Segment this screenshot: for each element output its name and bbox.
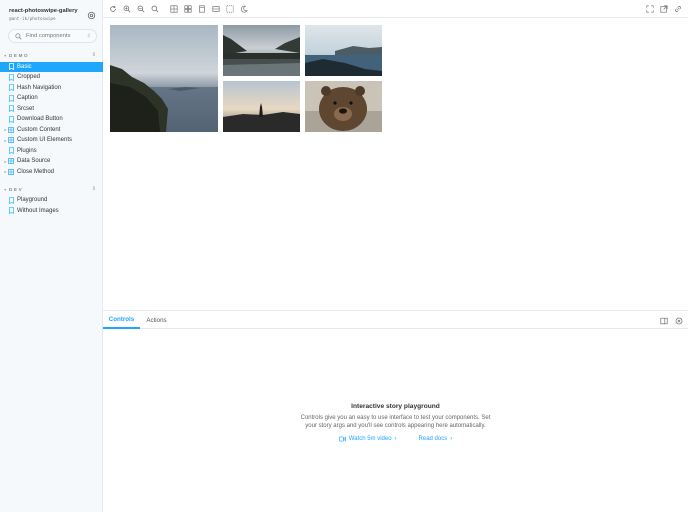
component-icon	[8, 168, 14, 175]
sidebar-item-custom-ui-elements[interactable]: ▸ Custom UI Elements	[0, 135, 103, 145]
empty-state-line-1: Controls give you an easy to use interfa…	[300, 415, 491, 421]
sidebar: react-photoswipe-gallery @ant-ik/photosw…	[0, 0, 103, 512]
sidebar-item-label: Close Method	[17, 168, 55, 175]
sidebar-item-plugins[interactable]: Plugins	[0, 146, 103, 156]
component-icon	[8, 137, 14, 144]
sidebar-item-label: Hash Navigation	[17, 84, 62, 91]
sidebar-item-playground[interactable]: Playground	[0, 195, 103, 205]
brand[interactable]: react-photoswipe-gallery @ant-ik/photosw…	[9, 8, 89, 22]
controls-empty-state: Interactive story playground Controls gi…	[103, 403, 688, 442]
gallery-photo-misty-lake[interactable]	[223, 25, 300, 76]
tab-controls[interactable]: Controls	[103, 311, 140, 329]
panel-orientation-icon[interactable]	[658, 315, 669, 326]
sidebar-item-label: Without Images	[17, 207, 59, 214]
search-input[interactable]	[26, 33, 88, 39]
sidebar-item-label: Data Source	[17, 158, 51, 164]
component-icon	[8, 158, 14, 165]
chevron-right-icon: ›	[394, 436, 397, 442]
chevron-right-icon: ›	[450, 436, 453, 442]
open-new-tab-icon[interactable]	[658, 3, 670, 15]
search-icon	[15, 32, 23, 40]
group-demo-header[interactable]: ▾ DEMO ⇕	[3, 51, 99, 59]
sidebar-item-label: Download Button	[17, 116, 63, 122]
group-demo-label: DEMO	[9, 52, 30, 58]
fullscreen-icon[interactable]	[644, 3, 656, 15]
sidebar-item-data-source[interactable]: ▸ Data Source	[0, 156, 103, 166]
read-docs-link[interactable]: Read docs ›	[419, 436, 453, 442]
sidebar-item-close-method[interactable]: ▸ Close Method	[0, 167, 103, 177]
sidebar-item-label: Srcset	[17, 105, 35, 112]
sidebar-item-label: Plugins	[17, 147, 37, 154]
gallery-photo-brown-bear[interactable]	[305, 81, 382, 132]
gallery-photo-ocean-horizon[interactable]	[305, 25, 382, 76]
sidebar-item-label: Cropped	[17, 74, 41, 80]
group-dev-header[interactable]: ▾ DEV ⇕	[3, 185, 99, 193]
zoom-in-icon[interactable]	[121, 3, 133, 15]
story-bookmark-icon	[8, 94, 14, 102]
sidebar-item-custom-content[interactable]: ▸ Custom Content	[0, 125, 103, 135]
group-dev-label: DEV	[9, 186, 24, 192]
sidebar-item-label: Playground	[17, 197, 48, 203]
sidebar-item-cropped[interactable]: Cropped	[0, 72, 103, 82]
expand-collapse-icon[interactable]: ⇕	[92, 186, 96, 192]
preview-toolbar	[103, 0, 688, 18]
copy-link-icon[interactable]	[672, 3, 684, 15]
measure-icon[interactable]	[210, 3, 222, 15]
watch-video-link[interactable]: Watch 5m video ›	[338, 436, 397, 442]
video-camera-icon	[338, 436, 346, 442]
story-bookmark-icon	[8, 84, 14, 91]
sidebar-item-caption[interactable]: Caption	[0, 93, 103, 103]
read-docs-label: Read docs	[418, 436, 448, 442]
brand-subtitle: @ant-ik/photoswipe	[9, 17, 56, 22]
brand-title[interactable]: react-photoswipe-gallery	[9, 8, 89, 14]
sidebar-item-without-images[interactable]: Without Images	[0, 206, 103, 216]
search-box[interactable]: /	[8, 29, 97, 43]
story-canvas	[103, 18, 688, 309]
story-bookmark-icon	[8, 196, 14, 204]
theme-moon-icon[interactable]	[238, 3, 250, 15]
sidebar-item-label: Custom Content	[17, 126, 61, 133]
sidebar-item-label: Basic	[17, 63, 32, 70]
close-panel-icon[interactable]	[673, 315, 684, 326]
addons-tab-bar: Controls Actions	[103, 311, 688, 329]
background-icon[interactable]	[182, 3, 194, 15]
grid-icon[interactable]	[168, 3, 180, 15]
sidebar-item-srcset[interactable]: Srcset	[0, 104, 103, 114]
outline-icon[interactable]	[224, 3, 236, 15]
empty-state-line-2: your story args and you'll see controls …	[305, 423, 486, 429]
zoom-out-icon[interactable]	[135, 3, 147, 15]
gallery-photo-tree-silhouette[interactable]	[223, 81, 300, 132]
tab-actions[interactable]: Actions	[140, 311, 173, 329]
story-bookmark-icon	[8, 115, 14, 123]
expand-collapse-icon[interactable]: ⇕	[92, 52, 96, 58]
story-bookmark-icon	[8, 63, 14, 70]
watch-video-label: Watch 5m video	[348, 436, 392, 442]
sidebar-item-hash-navigation[interactable]: Hash Navigation	[0, 83, 103, 93]
gallery-photo-coastal-cliffs[interactable]	[110, 25, 218, 132]
empty-state-description: Controls give you an easy to use interfa…	[103, 414, 688, 430]
empty-state-title: Interactive story playground	[351, 403, 440, 410]
story-bookmark-icon	[8, 147, 14, 154]
sidebar-item-label: Caption	[17, 95, 38, 101]
story-bookmark-icon	[8, 207, 14, 214]
story-bookmark-icon	[8, 73, 14, 81]
sidebar-item-basic[interactable]: Basic	[0, 61, 103, 72]
empty-state-links: Watch 5m video › Read docs ›	[103, 436, 688, 442]
sidebar-item-label: Custom UI Elements	[17, 137, 73, 143]
reload-icon[interactable]	[107, 3, 119, 15]
story-bookmark-icon	[8, 105, 14, 112]
component-icon	[8, 126, 14, 133]
zoom-reset-icon[interactable]	[149, 3, 161, 15]
addons-panel: Controls Actions Interactive story playg…	[103, 310, 688, 512]
settings-gear-icon[interactable]	[86, 10, 97, 21]
viewport-icon[interactable]	[196, 3, 208, 15]
sidebar-item-download-button[interactable]: Download Button	[0, 114, 103, 124]
search-shortcut: /	[86, 33, 91, 38]
